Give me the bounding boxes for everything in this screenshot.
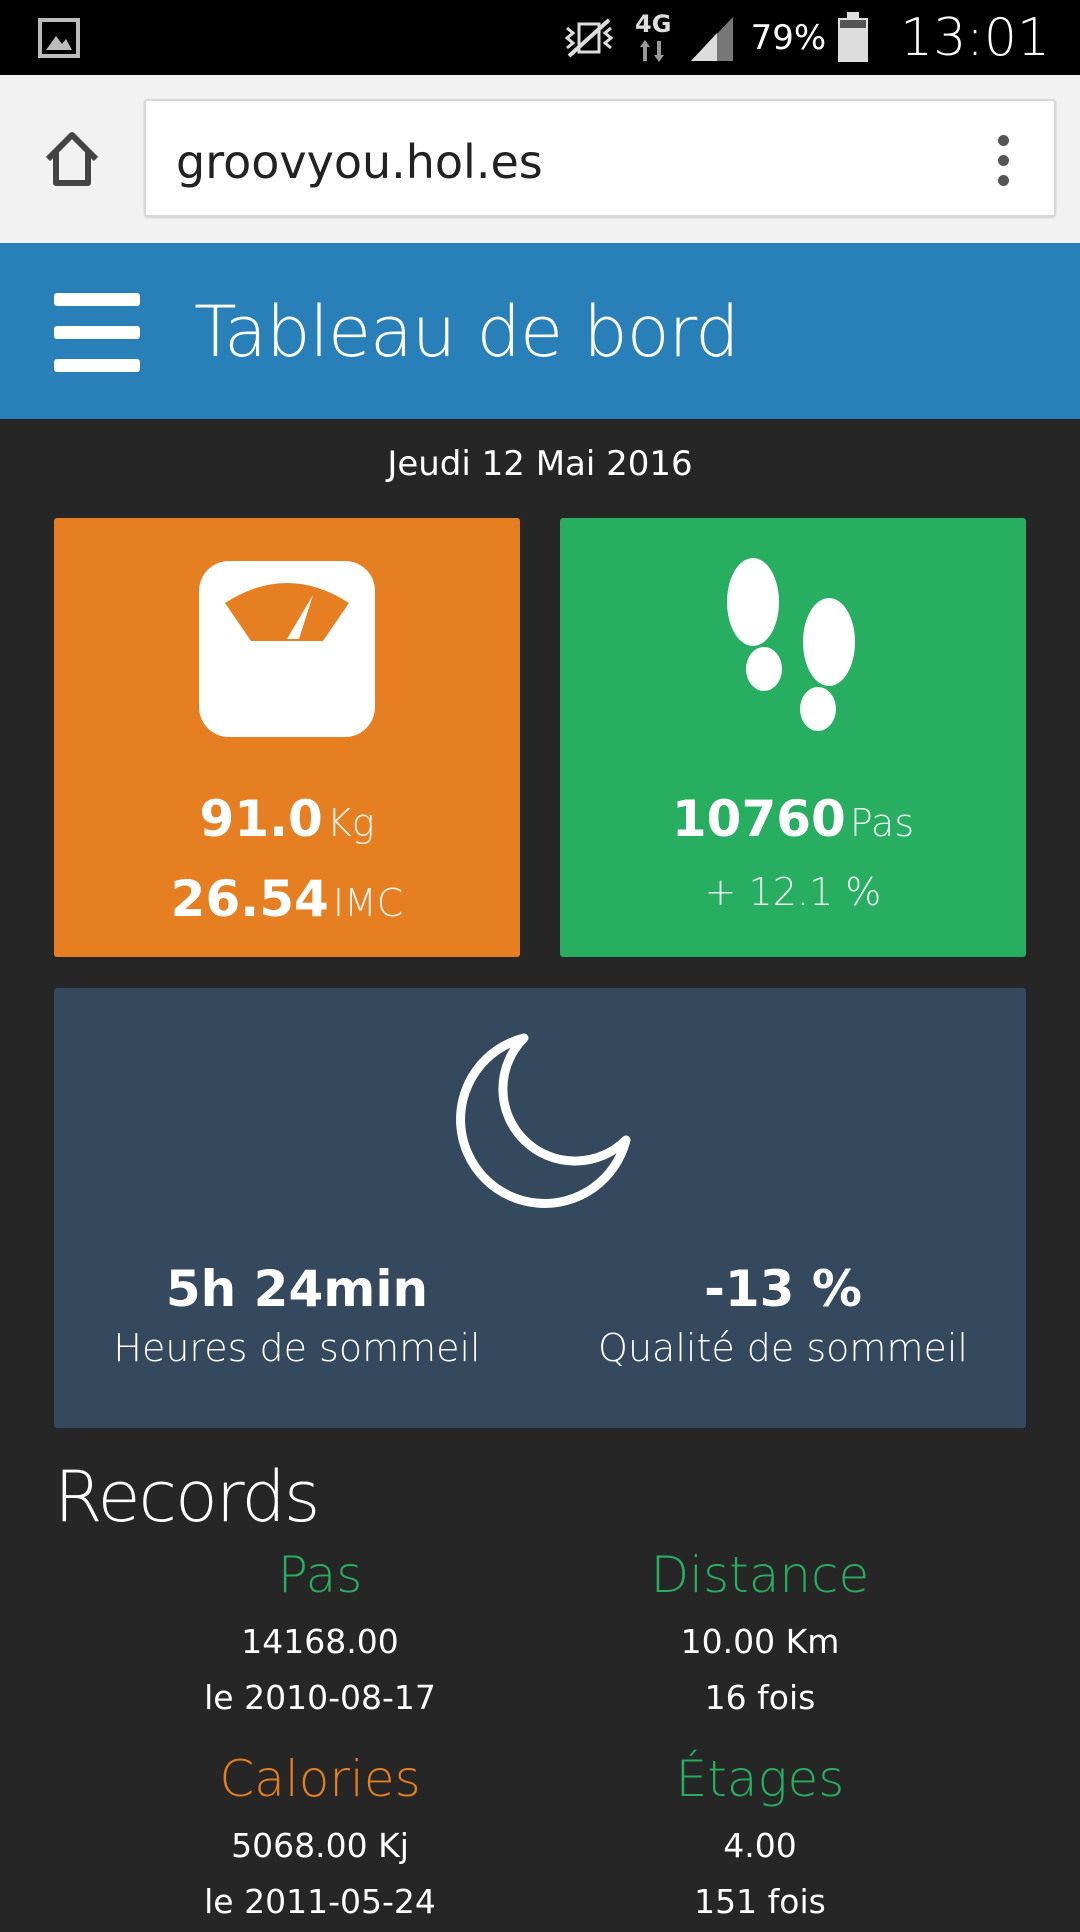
records-title: Records	[54, 1456, 320, 1538]
current-date: Jeudi 12 Mai 2016	[387, 444, 693, 484]
record-detail: 151 fois	[694, 1882, 826, 1921]
record-detail: le 2011-05-24	[204, 1882, 436, 1921]
record-value: 10.00 Km	[680, 1622, 840, 1661]
steps-unit: Pas	[849, 801, 915, 845]
record-distance: Distance 10.00 Km 16 fois	[540, 1546, 980, 1728]
steps-tile[interactable]: 10760 Pas + 12.1 %	[560, 518, 1026, 957]
footprints-icon	[725, 558, 861, 738]
record-label: Distance	[650, 1546, 870, 1604]
record-value: 4.00	[723, 1826, 797, 1865]
moon-icon	[448, 1030, 634, 1216]
scale-icon	[199, 561, 375, 737]
home-icon[interactable]	[40, 127, 104, 191]
svg-text:4G: 4G	[635, 10, 671, 38]
sleep-hours-label: Heures de sommeil	[113, 1326, 481, 1370]
record-detail: 16 fois	[704, 1678, 816, 1717]
sleep-quality-value: -13 %	[704, 1260, 862, 1318]
status-bar: 4G 79% 13:01	[0, 0, 1080, 75]
browser-toolbar: groovyou.hol.es	[0, 75, 1080, 243]
signal-icon	[687, 13, 737, 63]
battery-icon	[836, 11, 870, 64]
sleep-quality-label: Qualité de sommeil	[598, 1326, 968, 1370]
bmi-value: 26.54	[170, 870, 329, 928]
sleep-tile[interactable]: 5h 24min Heures de sommeil -13 % Qualité…	[54, 988, 1026, 1428]
weight-value: 91.0	[199, 790, 323, 848]
battery-percent: 79%	[750, 17, 827, 58]
clock: 13:01	[900, 7, 1050, 68]
bmi-unit: IMC	[332, 881, 404, 925]
gallery-icon	[38, 18, 80, 58]
weight-unit: Kg	[326, 801, 375, 845]
vibrate-mute-icon	[559, 16, 619, 60]
record-value: 5068.00 Kj	[231, 1826, 409, 1865]
url-text[interactable]: groovyou.hol.es	[176, 135, 543, 189]
record-steps: Pas 14168.00 le 2010-08-17	[100, 1546, 540, 1728]
page-title: Tableau de bord	[194, 291, 740, 373]
record-label: Pas	[277, 1546, 363, 1604]
sleep-hours: 5h 24min Heures de sommeil	[54, 1260, 540, 1370]
steps-value: 10760	[671, 790, 846, 848]
record-floors: Étages 4.00 151 fois	[540, 1750, 980, 1932]
record-calories: Calories 5068.00 Kj le 2011-05-24	[100, 1750, 540, 1932]
sleep-hours-value: 5h 24min	[165, 1260, 429, 1318]
weight-tile[interactable]: 91.0 Kg 26.54 IMC	[54, 518, 520, 957]
hamburger-menu-icon[interactable]	[54, 293, 140, 372]
record-detail: le 2010-08-17	[204, 1678, 436, 1717]
record-value: 14168.00	[241, 1622, 399, 1661]
url-bar[interactable]: groovyou.hol.es	[144, 99, 1056, 217]
steps-change: + 12.1 %	[704, 870, 882, 914]
app-header: Tableau de bord	[0, 243, 1080, 419]
record-label: Étages	[675, 1750, 845, 1808]
record-label: Calories	[219, 1750, 421, 1808]
sleep-quality: -13 % Qualité de sommeil	[540, 1260, 1026, 1370]
overflow-menu-icon[interactable]	[998, 135, 1010, 186]
data-4g-icon: 4G	[633, 8, 673, 68]
